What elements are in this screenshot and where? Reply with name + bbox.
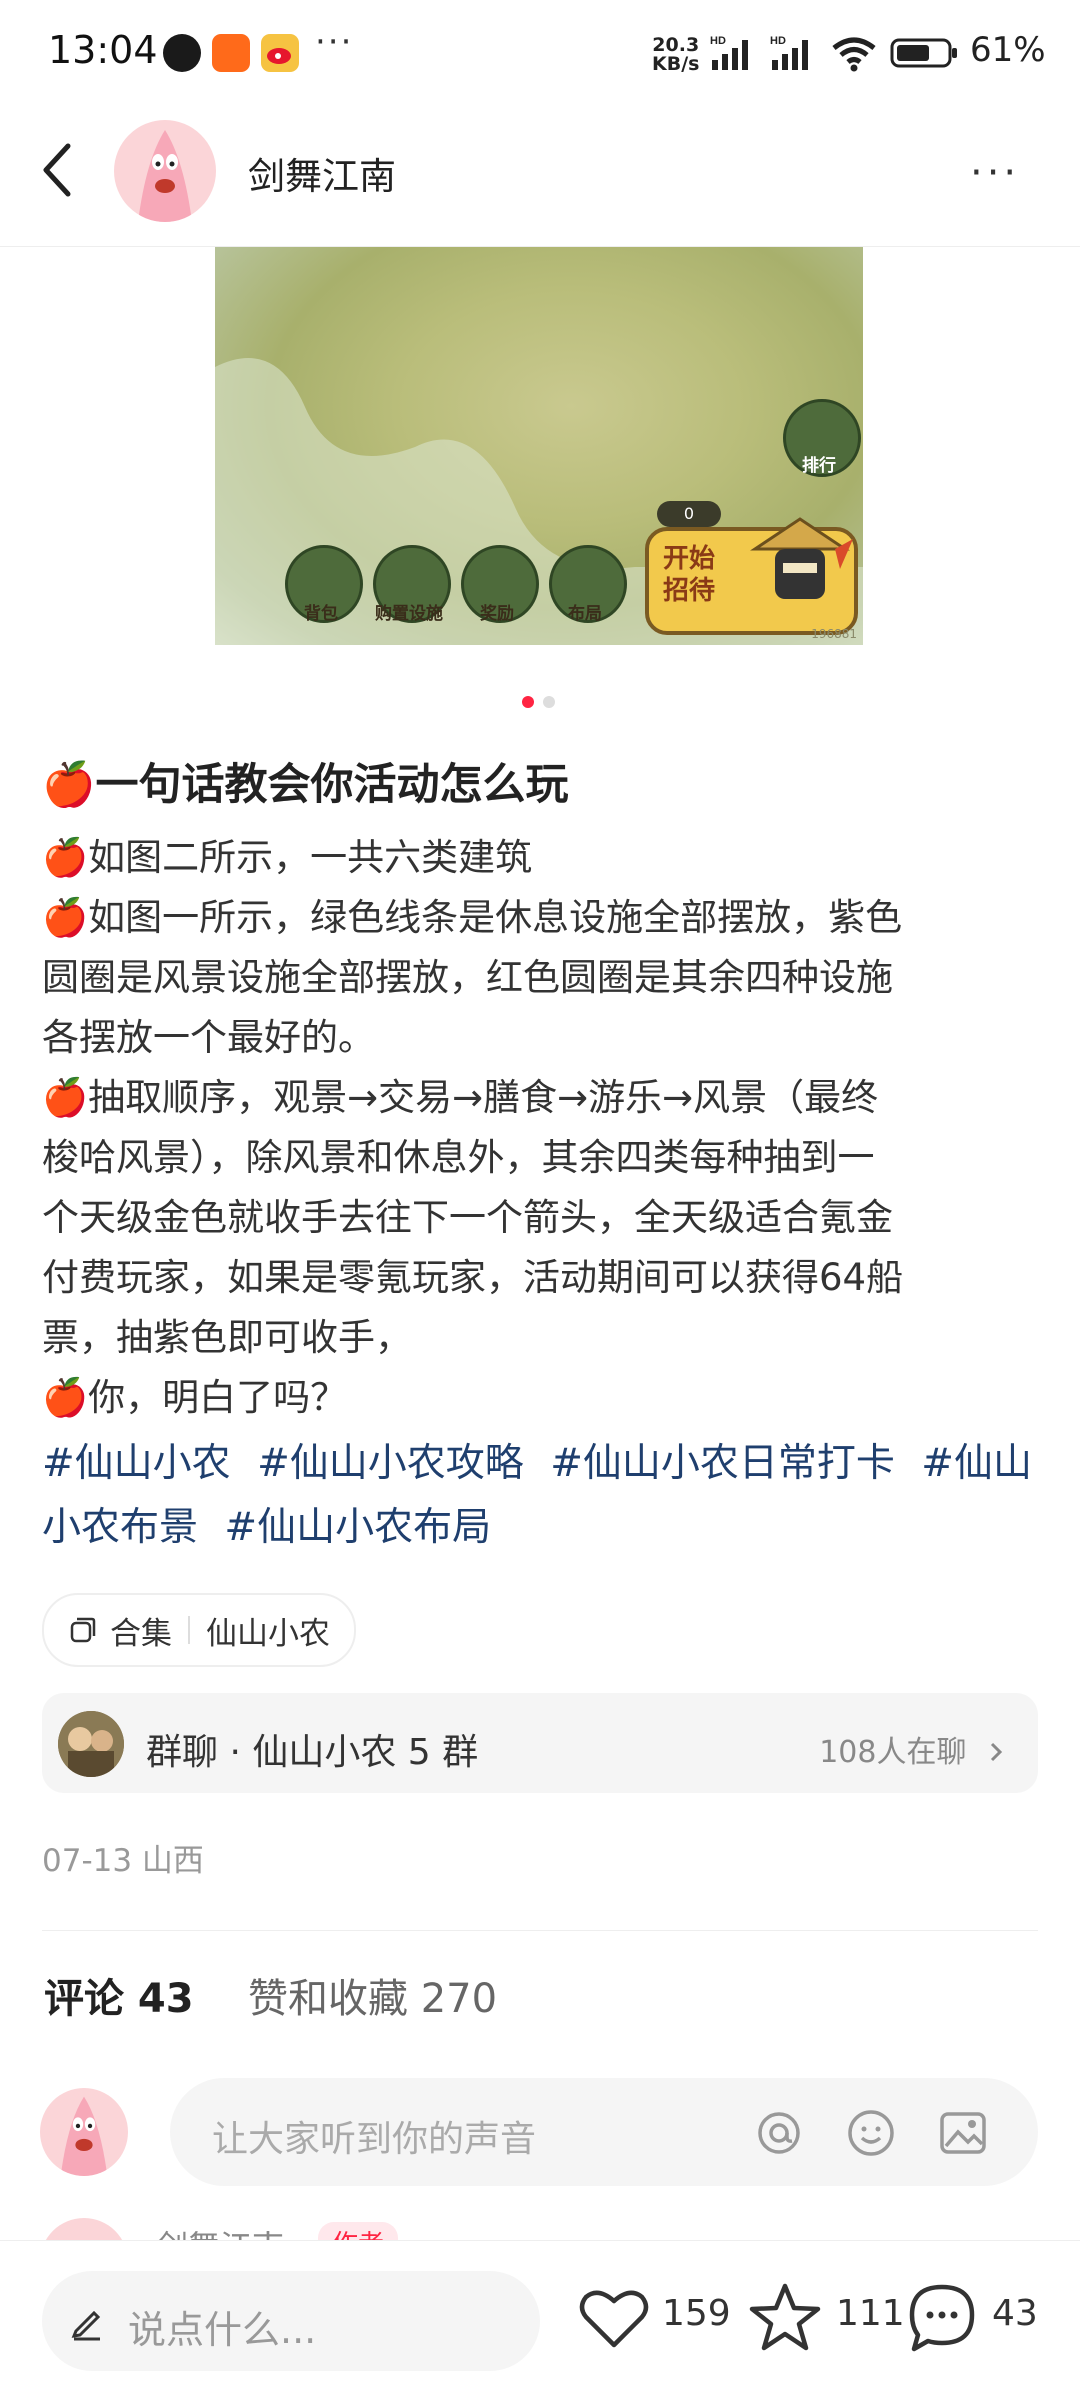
say-placeholder: 说点什么... (128, 2308, 317, 2352)
hashtag[interactable]: #仙山小农布局 (224, 1505, 491, 1550)
hashtag[interactable]: #仙山小农攻略 (257, 1441, 524, 1486)
svg-text:HD: HD (770, 35, 786, 47)
status-time: 13:04 (48, 28, 158, 72)
group-name: 群聊 · 仙山小农 5 群 (146, 1732, 479, 1773)
pencil-icon (71, 2310, 101, 2341)
post-paragraph-4: 🍎你，明白了吗？ (42, 1376, 348, 1419)
tab-comments[interactable]: 评论 43 (44, 1966, 194, 2024)
rank-label: 排行 (802, 456, 836, 476)
section-divider (42, 1930, 1038, 1931)
more-notifications-icon: ··· (315, 22, 354, 62)
farmer-character (750, 517, 853, 599)
collection-name: 仙山小农 (206, 1615, 330, 1652)
like-count: 159 (662, 2293, 731, 2334)
mention-icon[interactable] (754, 2108, 804, 2158)
collect-count: 111 (836, 2293, 905, 2334)
group-member-count: 108人在聊 (819, 1727, 1006, 1771)
start-serving-label: 开始 招待 (663, 544, 716, 606)
bottom-action-bar: 说点什么... 159 111 43 (0, 2240, 1080, 2401)
weibo-app-icon (261, 34, 299, 72)
collection-label: 合集 (110, 1615, 172, 1652)
group-chat-card[interactable]: 群聊 · 仙山小农 5 群 108人在聊 (42, 1693, 1038, 1793)
comment-input[interactable]: 让大家听到你的声音 (170, 2078, 1038, 2186)
tab-likes-collects[interactable]: 赞和收藏 270 (248, 1966, 497, 2024)
group-avatar (58, 1711, 124, 1777)
signal-icon: HD (710, 35, 748, 70)
comment-bubble-icon[interactable] (906, 2281, 978, 2355)
like-heart-icon[interactable] (578, 2285, 650, 2351)
post-paragraph-3: 🍎抽取顺序，观景→交易→膳食→游乐→风景（最终 梭哈风景），除风景和休息外，其余… (42, 1076, 904, 1359)
post-title: 🍎一句话教会你活动怎么玩 (42, 760, 569, 810)
clock-app-icon (163, 34, 201, 72)
hashtag[interactable]: #仙山小农日常打卡 (550, 1441, 895, 1486)
carousel-dot-active[interactable] (522, 696, 534, 708)
chevron-right-icon (990, 1742, 1003, 1762)
collection-icon (70, 1617, 96, 1643)
my-avatar (40, 2088, 128, 2176)
ticket-counter: 0 (657, 501, 721, 527)
image-watermark: 196881 (811, 627, 857, 641)
status-bar: 13:04 ··· 20.3 KB/s HD HD 61% (0, 0, 1080, 100)
back-icon[interactable] (38, 140, 78, 200)
collect-star-icon[interactable] (748, 2281, 822, 2353)
signal-icon-2: HD (770, 35, 808, 70)
say-something-input[interactable]: 说点什么... (42, 2271, 540, 2371)
comment-count: 43 (992, 2293, 1038, 2334)
layout-label: 布局 (568, 604, 602, 624)
comment-placeholder: 让大家听到你的声音 (212, 2119, 537, 2160)
collection-chip[interactable]: 合集 仙山小农 (42, 1593, 356, 1667)
post-tags: #仙山小农 #仙山小农攻略 #仙山小农日常打卡 #仙山小农布景 #仙山小农布局 (42, 1432, 1042, 1560)
post-paragraph-2: 🍎如图一所示，绿色线条是休息设施全部摆放，紫色 圆圈是风景设施全部摆放，红色圆圈… (42, 896, 903, 1059)
post-paragraph-1: 🍎如图二所示，一共六类建筑 (42, 836, 533, 879)
post-date-location: 07-13 山西 (42, 1843, 204, 1879)
author-avatar[interactable] (114, 120, 216, 222)
more-options-icon[interactable]: ··· (970, 150, 1020, 196)
emoji-icon[interactable] (846, 2108, 896, 2158)
hashtag[interactable]: #仙山小农 (42, 1441, 231, 1486)
svg-text:HD: HD (710, 35, 726, 47)
author-name[interactable]: 剑舞江南 (248, 146, 396, 200)
image-icon[interactable] (938, 2108, 988, 2158)
post-image[interactable]: 排行 0 背包 购置设施 奖励 布局 开始 招待 196881 (215, 247, 863, 645)
meituan-app-icon (212, 34, 250, 72)
chip-separator (188, 1616, 190, 1644)
wifi-icon (832, 37, 876, 72)
carousel-dot[interactable] (543, 696, 555, 708)
network-speed: 20.3 KB/s (652, 34, 700, 75)
battery-percent: 61% (970, 30, 1046, 70)
battery-icon (890, 38, 957, 68)
